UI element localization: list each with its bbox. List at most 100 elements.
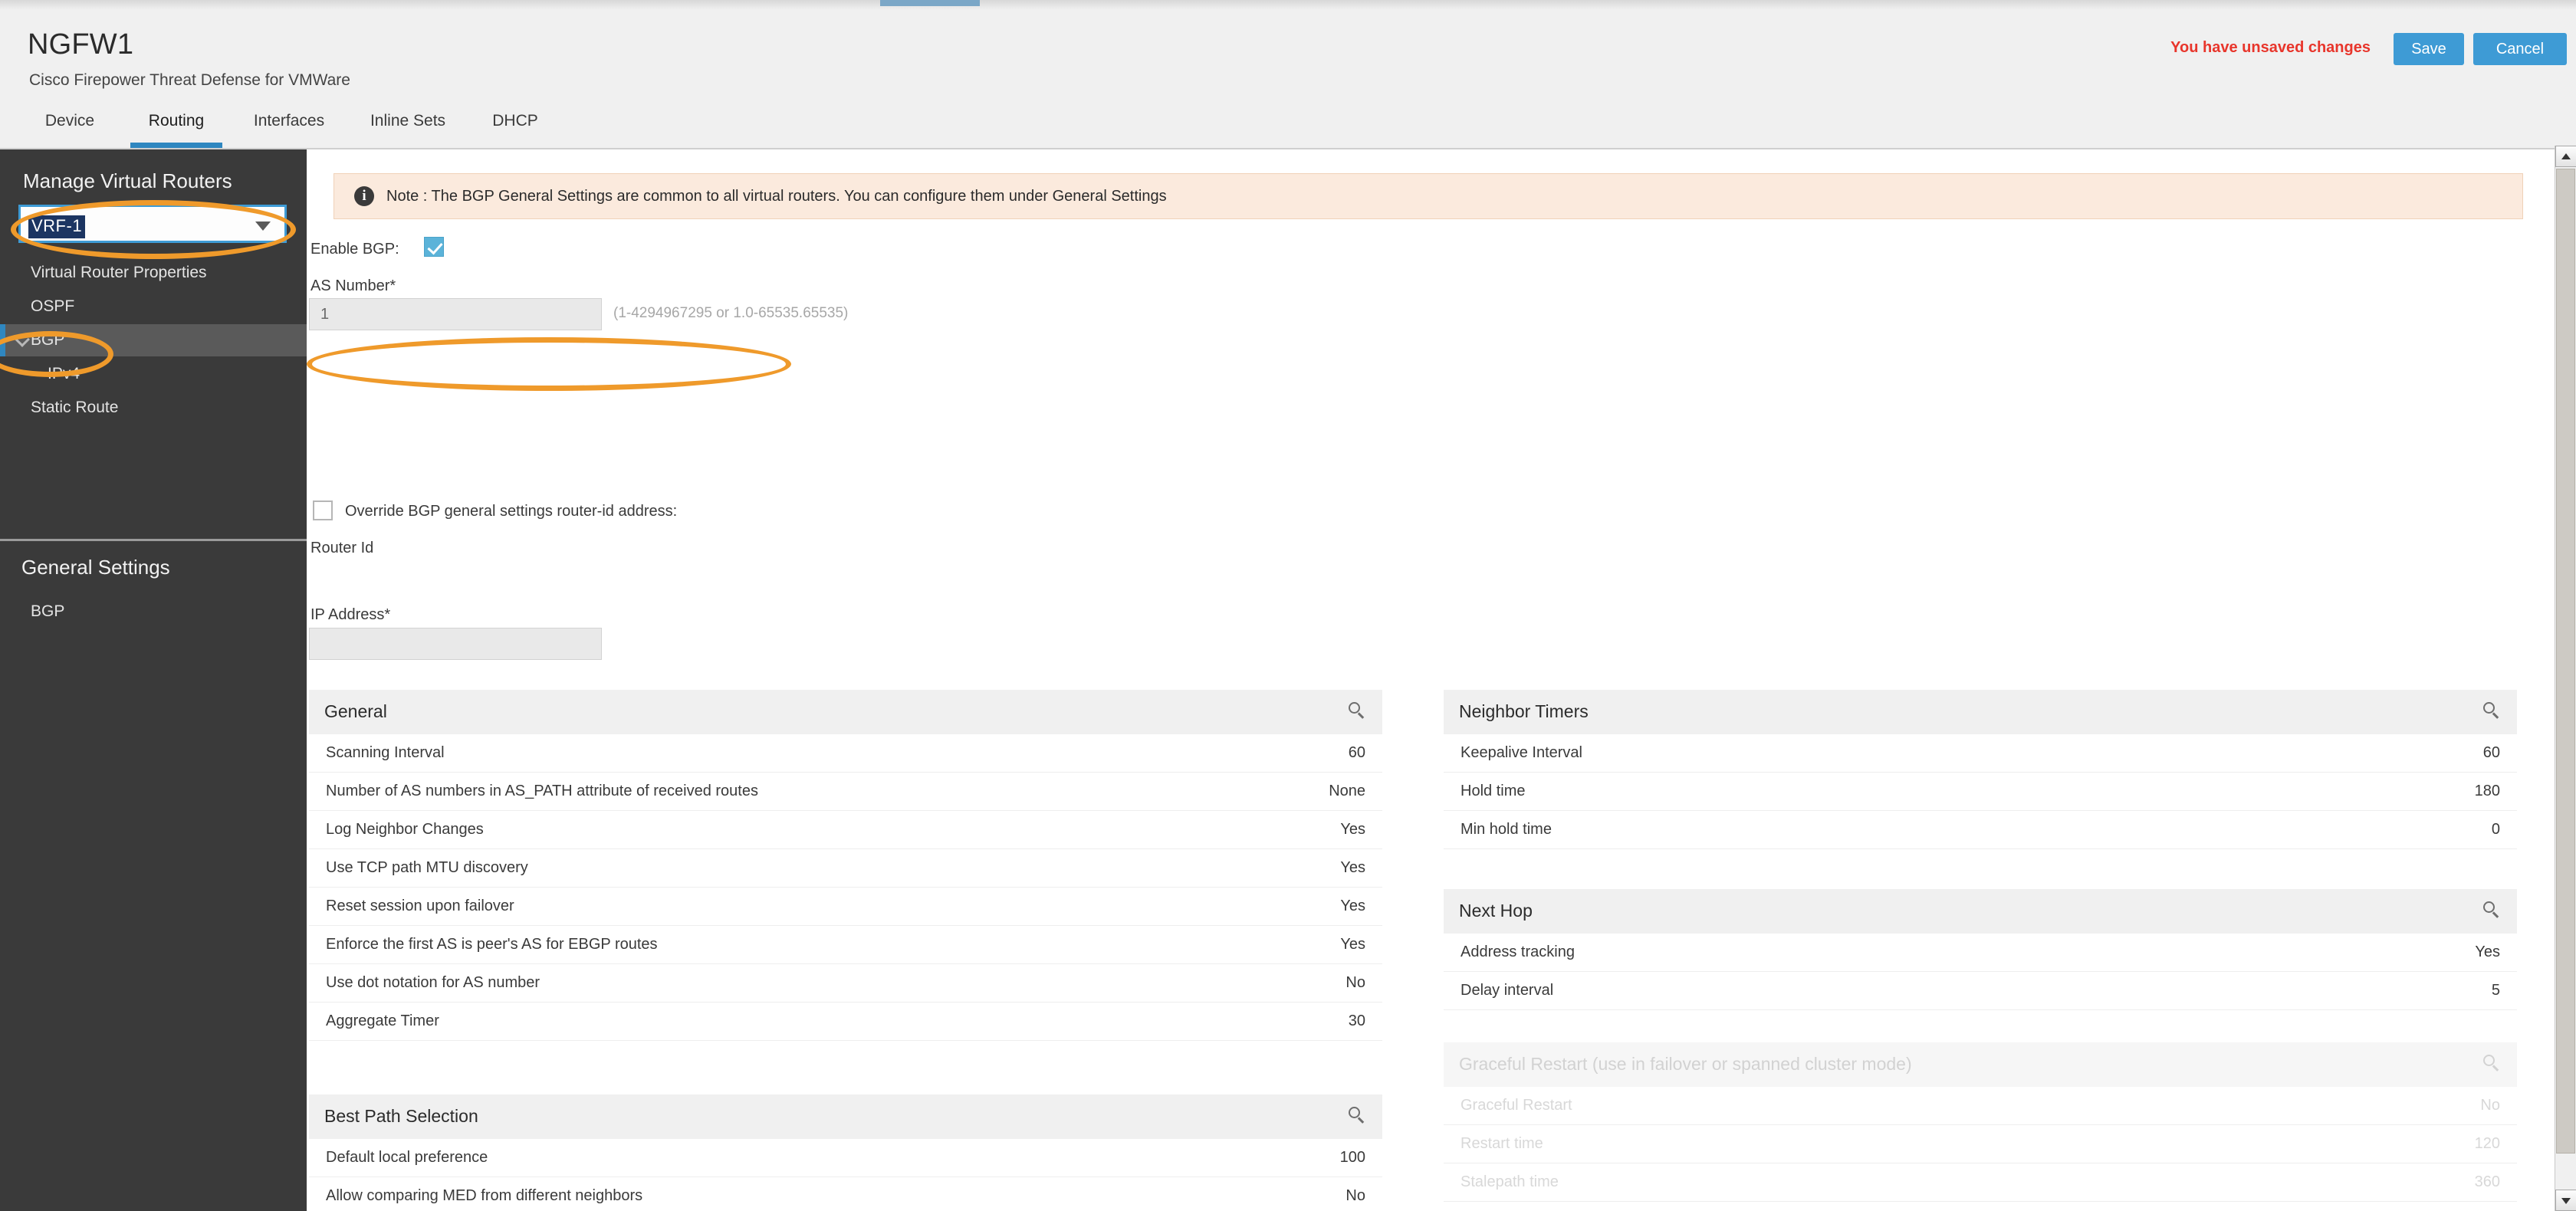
table-row[interactable]: Number of AS numbers in AS_PATH attribut… <box>309 773 1382 811</box>
table-row[interactable]: Address tracking Yes <box>1444 934 2517 972</box>
scrollbar-thumb[interactable] <box>2556 169 2575 1154</box>
table-row[interactable]: Log Neighbor Changes Yes <box>309 811 1382 849</box>
enable-bgp-checkbox[interactable] <box>424 237 444 257</box>
as-number-hint: (1-4294967295 or 1.0-65535.65535) <box>613 305 849 321</box>
as-number-input[interactable]: 1 <box>309 298 602 330</box>
vertical-scrollbar[interactable] <box>2555 146 2576 1211</box>
sidebar-item-static-route[interactable]: Static Route <box>0 392 307 424</box>
row-key: Graceful Restart <box>1460 1097 1572 1114</box>
row-key: Aggregate Timer <box>326 1012 439 1029</box>
section-best-path-selection: Best Path Selection Default local prefer… <box>309 1094 1382 1211</box>
section-title: Best Path Selection <box>324 1106 478 1126</box>
chrome-accent-bar <box>880 0 980 6</box>
row-value: Yes <box>1340 936 1365 953</box>
search-icon[interactable] <box>1349 1107 1365 1124</box>
row-key: Scanning Interval <box>326 744 445 761</box>
tab-interfaces[interactable]: Interfaces <box>239 100 339 148</box>
sidebar-general-settings-heading: General Settings <box>21 556 170 579</box>
table-row[interactable]: Hold time 180 <box>1444 773 2517 811</box>
row-value: Yes <box>1340 821 1365 838</box>
main-tab-bar: Device Routing Interfaces Inline Sets DH… <box>0 100 2576 149</box>
row-key: Delay interval <box>1460 982 1554 999</box>
row-value: No <box>1346 1187 1365 1204</box>
table-row[interactable]: Enforce the first AS is peer's AS for EB… <box>309 926 1382 964</box>
table-row[interactable]: Default local preference 100 <box>309 1139 1382 1177</box>
section-graceful-restart: Graceful Restart (use in failover or spa… <box>1444 1042 2517 1202</box>
router-id-label: Router Id <box>310 540 374 556</box>
chevron-down-icon <box>255 222 271 231</box>
virtual-routers-sidebar: Manage Virtual Routers VRF-1 Virtual Rou… <box>0 149 307 1211</box>
bgp-settings-panel: i Note : The BGP General Settings are co… <box>307 149 2555 1211</box>
search-icon[interactable] <box>2483 1055 2500 1072</box>
vrf-dropdown[interactable]: VRF-1 <box>18 205 287 243</box>
sidebar-item-label: BGP <box>31 331 65 349</box>
section-header-next-hop: Next Hop <box>1444 889 2517 934</box>
table-row[interactable]: Scanning Interval 60 <box>309 734 1382 773</box>
table-row[interactable]: Min hold time 0 <box>1444 811 2517 849</box>
tab-dhcp[interactable]: DHCP <box>477 100 554 148</box>
search-icon[interactable] <box>2483 702 2500 719</box>
row-key: Number of AS numbers in AS_PATH attribut… <box>326 783 758 799</box>
scroll-up-arrow-icon[interactable] <box>2555 146 2576 167</box>
row-key: Log Neighbor Changes <box>326 821 484 838</box>
table-row[interactable]: Keepalive Interval 60 <box>1444 734 2517 773</box>
section-header-graceful-restart: Graceful Restart (use in failover or spa… <box>1444 1042 2517 1087</box>
tab-routing[interactable]: Routing <box>130 100 222 148</box>
unsaved-changes-notice: You have unsaved changes <box>2170 39 2371 56</box>
row-value: 360 <box>2474 1173 2500 1190</box>
table-row[interactable]: Use TCP path MTU discovery Yes <box>309 849 1382 888</box>
row-key: Min hold time <box>1460 821 1552 838</box>
row-value: None <box>1329 783 1365 799</box>
section-title: Graceful Restart (use in failover or spa… <box>1459 1054 1912 1074</box>
table-row[interactable]: Allow comparing MED from different neigh… <box>309 1177 1382 1211</box>
section-next-hop: Next Hop Address tracking Yes Delay inte… <box>1444 889 2517 1010</box>
row-key: Enforce the first AS is peer's AS for EB… <box>326 936 658 953</box>
sidebar-item-bgp[interactable]: BGP <box>0 324 307 356</box>
row-key: Allow comparing MED from different neigh… <box>326 1187 643 1204</box>
sidebar-item-general-bgp[interactable]: BGP <box>0 596 307 628</box>
tab-inline-sets[interactable]: Inline Sets <box>354 100 462 148</box>
sidebar-item-virtual-router-properties[interactable]: Virtual Router Properties <box>0 257 307 289</box>
section-neighbor-timers: Neighbor Timers Keepalive Interval 60 Ho… <box>1444 690 2517 849</box>
table-row[interactable]: Use dot notation for AS number No <box>309 964 1382 1003</box>
table-row: Stalepath time 360 <box>1444 1163 2517 1202</box>
vrf-dropdown-value: VRF-1 <box>28 215 86 238</box>
sidebar-item-ipv4[interactable]: IPv4 <box>0 358 307 390</box>
as-number-label: AS Number* <box>310 277 396 294</box>
row-value: Yes <box>1340 898 1365 914</box>
override-router-id-checkbox[interactable] <box>313 500 333 520</box>
table-row[interactable]: Reset session upon failover Yes <box>309 888 1382 926</box>
info-icon: i <box>354 186 374 206</box>
sidebar-item-label: BGP <box>31 602 65 620</box>
chevron-expanded-icon <box>15 332 30 347</box>
search-icon[interactable] <box>1349 702 1365 719</box>
cancel-button[interactable]: Cancel <box>2473 33 2567 65</box>
info-note-banner: i Note : The BGP General Settings are co… <box>334 173 2523 219</box>
row-key: Use dot notation for AS number <box>326 974 540 991</box>
search-icon[interactable] <box>2483 901 2500 918</box>
sidebar-item-label: Virtual Router Properties <box>31 264 207 281</box>
sidebar-item-ospf[interactable]: OSPF <box>0 290 307 323</box>
table-row[interactable]: Aggregate Timer 30 <box>309 1003 1382 1041</box>
row-value: 120 <box>2474 1135 2500 1152</box>
info-note-text: Note : The BGP General Settings are comm… <box>386 187 1167 205</box>
section-header-best-path-selection: Best Path Selection <box>309 1094 1382 1139</box>
ip-address-input[interactable] <box>309 628 602 660</box>
save-button[interactable]: Save <box>2394 33 2464 65</box>
ip-address-label: IP Address* <box>310 606 391 623</box>
section-header-general: General <box>309 690 1382 734</box>
table-row[interactable]: Delay interval 5 <box>1444 972 2517 1010</box>
table-row: Graceful Restart No <box>1444 1087 2517 1125</box>
scroll-down-arrow-icon[interactable] <box>2555 1190 2576 1211</box>
row-value: 180 <box>2474 783 2500 799</box>
section-title: Neighbor Timers <box>1459 701 1589 721</box>
window-chrome-strip <box>0 0 2576 10</box>
section-general: General Scanning Interval 60 Number of A… <box>309 690 1382 1041</box>
override-router-id-label: Override BGP general settings router-id … <box>345 503 678 520</box>
row-value: 60 <box>2482 744 2500 761</box>
tab-device[interactable]: Device <box>28 100 112 148</box>
row-value: 5 <box>2491 982 2500 999</box>
sidebar-heading: Manage Virtual Routers <box>23 169 232 192</box>
device-model-subtitle: Cisco Firepower Threat Defense for VMWar… <box>29 71 350 89</box>
row-value: 60 <box>1348 744 1365 761</box>
